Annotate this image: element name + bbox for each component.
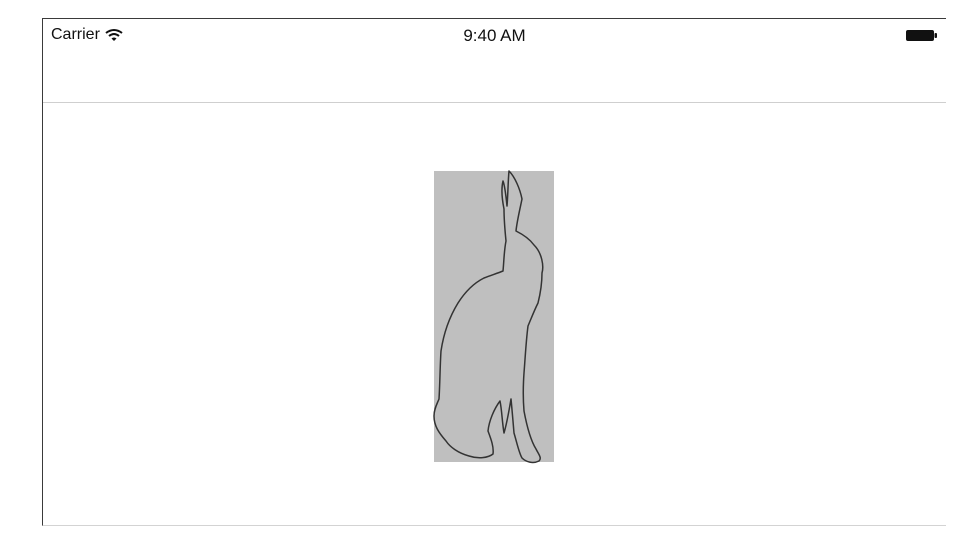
content-area xyxy=(43,103,946,525)
status-bar: Carrier 9:40 AM xyxy=(43,19,946,45)
navigation-bar xyxy=(43,43,946,103)
image-view xyxy=(433,170,554,464)
rabbit-silhouette-icon xyxy=(433,170,544,464)
device-screen: Carrier 9:40 AM xyxy=(42,18,946,526)
battery-icon xyxy=(906,30,937,41)
status-time: 9:40 AM xyxy=(463,26,526,45)
